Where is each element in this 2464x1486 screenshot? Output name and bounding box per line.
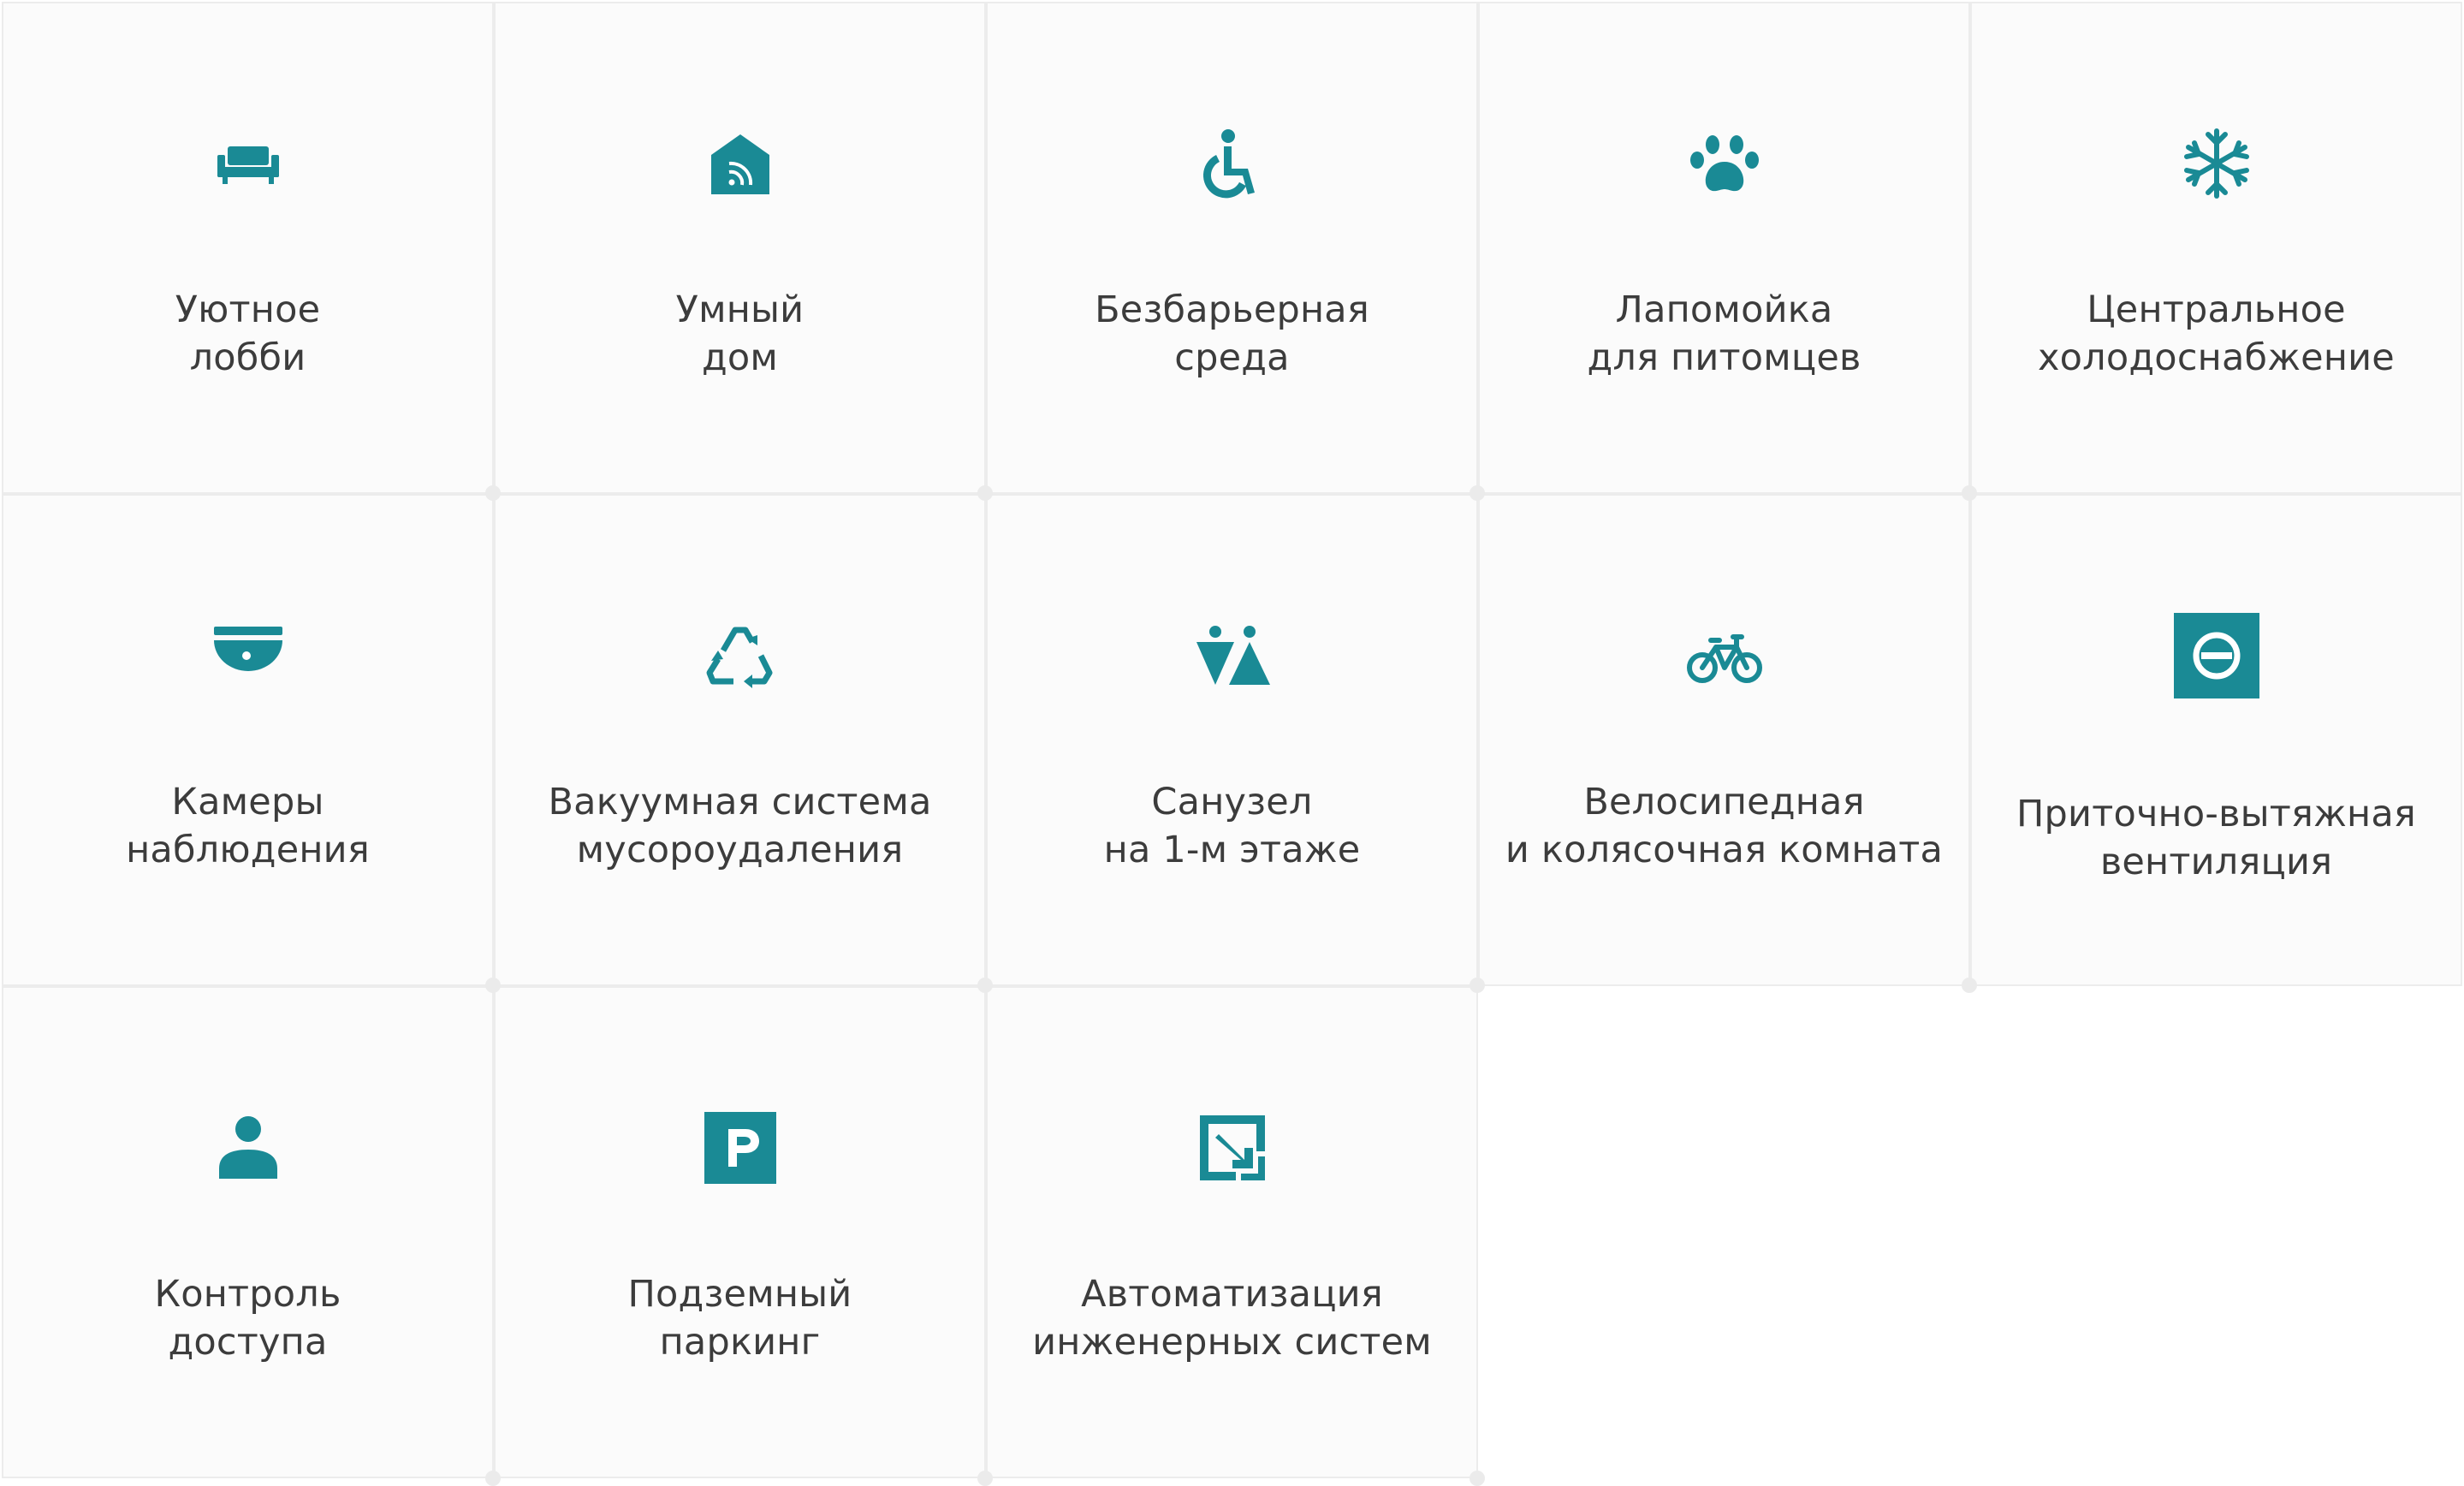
automation-icon (1190, 1105, 1275, 1191)
feature-label: Приточно-вытяжная вентиляция (2016, 793, 2416, 883)
feature-card-central-cooling: Центральное холодоснабжение (1970, 2, 2462, 494)
wheelchair-icon (1190, 121, 1275, 206)
grid-dot (485, 485, 501, 501)
person-icon (205, 1105, 291, 1191)
feature-label: Уютное лобби (175, 288, 321, 379)
feature-card-vacuum-waste: Вакуумная система мусороудаления (494, 494, 986, 986)
feature-label: Камеры наблюдения (126, 781, 370, 871)
feature-card-barrier-free: Безбарьерная среда (986, 2, 1478, 494)
feature-label: Автоматизация инженерных систем (1032, 1273, 1432, 1364)
feature-card-ventilation: Приточно-вытяжная вентиляция (1970, 494, 2462, 986)
feature-label: Безбарьерная среда (1095, 288, 1369, 379)
grid-dot (977, 978, 993, 993)
sofa-icon (205, 121, 291, 206)
feature-card-paw-wash: Лапомойка для питомцев (1478, 2, 1970, 494)
feature-label: Вакуумная система мусороудаления (548, 781, 932, 871)
feature-label: Санузел на 1-м этаже (1103, 781, 1361, 871)
recycle-icon (698, 613, 783, 698)
feature-label: Умный дом (675, 288, 805, 379)
paw-icon (1682, 121, 1767, 206)
feature-card-cameras: Камеры наблюдения (2, 494, 494, 986)
feature-label: Контроль доступа (154, 1273, 341, 1364)
bicycle-icon (1682, 613, 1767, 698)
feature-card-underground-parking: Подземный паркинг (494, 986, 986, 1478)
smart-home-icon (698, 121, 783, 206)
grid-dot (977, 485, 993, 501)
feature-label: Велосипедная и колясочная комната (1505, 781, 1944, 871)
grid-dot (485, 978, 501, 993)
feature-card-smart-home: Умный дом (494, 2, 986, 494)
grid-dot (1469, 485, 1485, 501)
feature-card-engineering-automation: Автоматизация инженерных систем (986, 986, 1478, 1478)
feature-card-cozy-lobby: Уютное лобби (2, 2, 494, 494)
grid-dot (1962, 978, 1977, 993)
feature-card-bicycle-room: Велосипедная и колясочная комната (1478, 494, 1970, 986)
grid-dot (1962, 485, 1977, 501)
camera-icon (205, 613, 291, 698)
grid-dot (977, 1471, 993, 1486)
features-grid: Уютное лобби Умный дом Безбарьерная сред… (0, 0, 2464, 1486)
ventilation-icon (2173, 613, 2259, 698)
feature-card-restroom: Санузел на 1-м этаже (986, 494, 1478, 986)
grid-dot (485, 1471, 501, 1486)
snowflake-icon (2174, 121, 2259, 206)
feature-label: Подземный паркинг (627, 1273, 852, 1364)
feature-label: Центральное холодоснабжение (2038, 288, 2395, 379)
feature-label: Лапомойка для питомцев (1587, 288, 1861, 379)
grid-dot (1469, 1471, 1485, 1486)
parking-icon (698, 1105, 783, 1191)
grid-dot (1469, 978, 1485, 993)
feature-card-access-control: Контроль доступа (2, 986, 494, 1478)
restroom-icon (1190, 613, 1275, 698)
